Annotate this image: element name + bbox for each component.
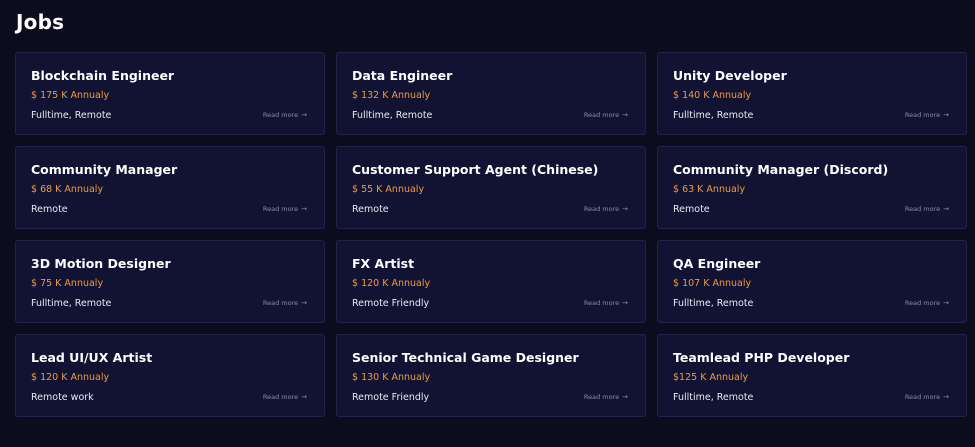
read-more-label: Read more (262, 299, 299, 307)
job-title: Community Manager (Discord) (673, 162, 889, 177)
job-salary: $ 140 K Annualy (673, 90, 752, 101)
job-type: Remote (352, 204, 389, 215)
job-card[interactable]: Community Manager $ 68 K Annualy Remote … (15, 146, 325, 229)
job-type: Fulltime, Remote (673, 298, 754, 309)
read-more-link[interactable]: Read more → (263, 111, 307, 119)
job-title: FX Artist (352, 256, 415, 271)
job-salary: $ 63 K Annualy (673, 184, 746, 195)
job-salary: $ 175 K Annualy (31, 90, 110, 101)
jobs-page: Jobs Blockchain Engineer $ 175 K Annualy… (0, 0, 975, 447)
page-title: Jobs (16, 10, 65, 34)
job-title: Blockchain Engineer (31, 68, 175, 83)
job-type: Fulltime, Remote (673, 392, 754, 403)
job-salary: $ 120 K Annualy (352, 278, 431, 289)
read-more-link[interactable]: Read more → (263, 205, 307, 213)
arrow-right-icon: → (622, 299, 628, 307)
read-more-label: Read more (583, 205, 620, 213)
job-type: Fulltime, Remote (31, 298, 112, 309)
arrow-right-icon: → (301, 205, 307, 213)
job-title: Community Manager (31, 162, 178, 177)
job-card[interactable]: FX Artist $ 120 K Annualy Remote Friendl… (336, 240, 646, 323)
job-title: Lead UI/UX Artist (31, 350, 153, 365)
job-salary: $ 120 K Annualy (31, 372, 110, 383)
job-card[interactable]: Senior Technical Game Designer $ 130 K A… (336, 334, 646, 417)
job-type: Remote (673, 204, 710, 215)
job-card[interactable]: Customer Support Agent (Chinese) $ 55 K … (336, 146, 646, 229)
job-title: Teamlead PHP Developer (673, 350, 850, 365)
job-title: Senior Technical Game Designer (352, 350, 579, 365)
read-more-label: Read more (262, 111, 299, 119)
job-salary: $ 132 K Annualy (352, 90, 431, 101)
arrow-right-icon: → (301, 111, 307, 119)
arrow-right-icon: → (622, 393, 628, 401)
job-title: Data Engineer (352, 68, 453, 83)
read-more-link[interactable]: Read more → (263, 393, 307, 401)
read-more-link[interactable]: Read more → (905, 111, 949, 119)
read-more-label: Read more (904, 205, 941, 213)
job-salary: $ 107 K Annualy (673, 278, 752, 289)
job-card[interactable]: Unity Developer $ 140 K Annualy Fulltime… (657, 52, 967, 135)
job-salary: $ 68 K Annualy (31, 184, 104, 195)
read-more-label: Read more (583, 299, 620, 307)
read-more-link[interactable]: Read more → (584, 205, 628, 213)
read-more-label: Read more (904, 299, 941, 307)
job-title: 3D Motion Designer (31, 256, 171, 271)
arrow-right-icon: → (301, 299, 307, 307)
jobs-grid: Blockchain Engineer $ 175 K Annualy Full… (15, 52, 967, 417)
read-more-link[interactable]: Read more → (584, 299, 628, 307)
job-type: Remote (31, 204, 68, 215)
arrow-right-icon: → (943, 299, 949, 307)
job-card[interactable]: Lead UI/UX Artist $ 120 K Annualy Remote… (15, 334, 325, 417)
job-card[interactable]: Blockchain Engineer $ 175 K Annualy Full… (15, 52, 325, 135)
read-more-label: Read more (583, 111, 620, 119)
read-more-label: Read more (262, 205, 299, 213)
arrow-right-icon: → (943, 111, 949, 119)
read-more-label: Read more (904, 111, 941, 119)
job-card[interactable]: Teamlead PHP Developer $125 K Annualy Fu… (657, 334, 967, 417)
job-type: Remote work (31, 392, 94, 403)
job-type: Fulltime, Remote (673, 110, 754, 121)
arrow-right-icon: → (622, 205, 628, 213)
job-card[interactable]: Data Engineer $ 132 K Annualy Fulltime, … (336, 52, 646, 135)
read-more-link[interactable]: Read more → (584, 111, 628, 119)
job-title: Unity Developer (673, 68, 787, 83)
job-type: Remote Friendly (352, 298, 430, 309)
arrow-right-icon: → (943, 393, 949, 401)
read-more-link[interactable]: Read more → (263, 299, 307, 307)
job-title: QA Engineer (673, 256, 761, 271)
read-more-link[interactable]: Read more → (905, 205, 949, 213)
job-salary: $ 130 K Annualy (352, 372, 431, 383)
job-title: Customer Support Agent (Chinese) (352, 162, 599, 177)
read-more-label: Read more (262, 393, 299, 401)
arrow-right-icon: → (622, 111, 628, 119)
read-more-label: Read more (583, 393, 620, 401)
read-more-link[interactable]: Read more → (584, 393, 628, 401)
read-more-label: Read more (904, 393, 941, 401)
job-salary: $ 55 K Annualy (352, 184, 425, 195)
job-type: Fulltime, Remote (31, 110, 112, 121)
arrow-right-icon: → (301, 393, 307, 401)
read-more-link[interactable]: Read more → (905, 299, 949, 307)
job-card[interactable]: QA Engineer $ 107 K Annualy Fulltime, Re… (657, 240, 967, 323)
job-card[interactable]: 3D Motion Designer $ 75 K Annualy Fullti… (15, 240, 325, 323)
job-card[interactable]: Community Manager (Discord) $ 63 K Annua… (657, 146, 967, 229)
read-more-link[interactable]: Read more → (905, 393, 949, 401)
job-salary: $ 75 K Annualy (31, 278, 104, 289)
job-salary: $125 K Annualy (673, 372, 749, 383)
job-type: Remote Friendly (352, 392, 430, 403)
job-type: Fulltime, Remote (352, 110, 433, 121)
arrow-right-icon: → (943, 205, 949, 213)
